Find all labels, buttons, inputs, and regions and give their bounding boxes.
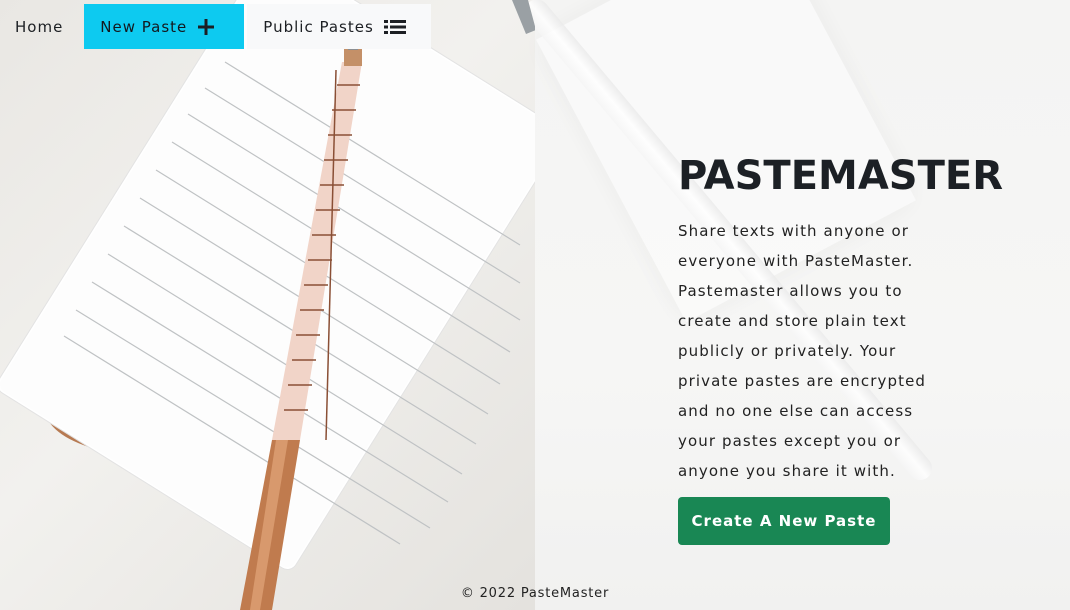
nav-new-paste-label: New Paste (100, 17, 188, 36)
notebook-and-pen-illustration (0, 0, 535, 610)
nav-new-paste-button[interactable]: New Paste (84, 4, 245, 49)
nav-public-pastes-label: Public Pastes (263, 17, 374, 36)
nav-home-link[interactable]: Home (0, 4, 84, 49)
nav-home-label: Home (15, 17, 64, 36)
hero-description: Share texts with anyone or everyone with… (678, 222, 927, 480)
page-title: PASTEMASTER (678, 153, 1003, 199)
list-icon (383, 19, 406, 35)
nav-public-pastes-button[interactable]: Public Pastes (247, 4, 432, 49)
create-new-paste-button[interactable]: Create A New Paste (678, 497, 890, 545)
top-navbar: Home New Paste Public Pastes (0, 4, 432, 49)
hero-section: PASTEMASTER Share texts with anyone or e… (678, 150, 1003, 486)
footer-copyright: © 2022 PasteMaster (460, 586, 610, 601)
plus-icon (197, 18, 215, 36)
